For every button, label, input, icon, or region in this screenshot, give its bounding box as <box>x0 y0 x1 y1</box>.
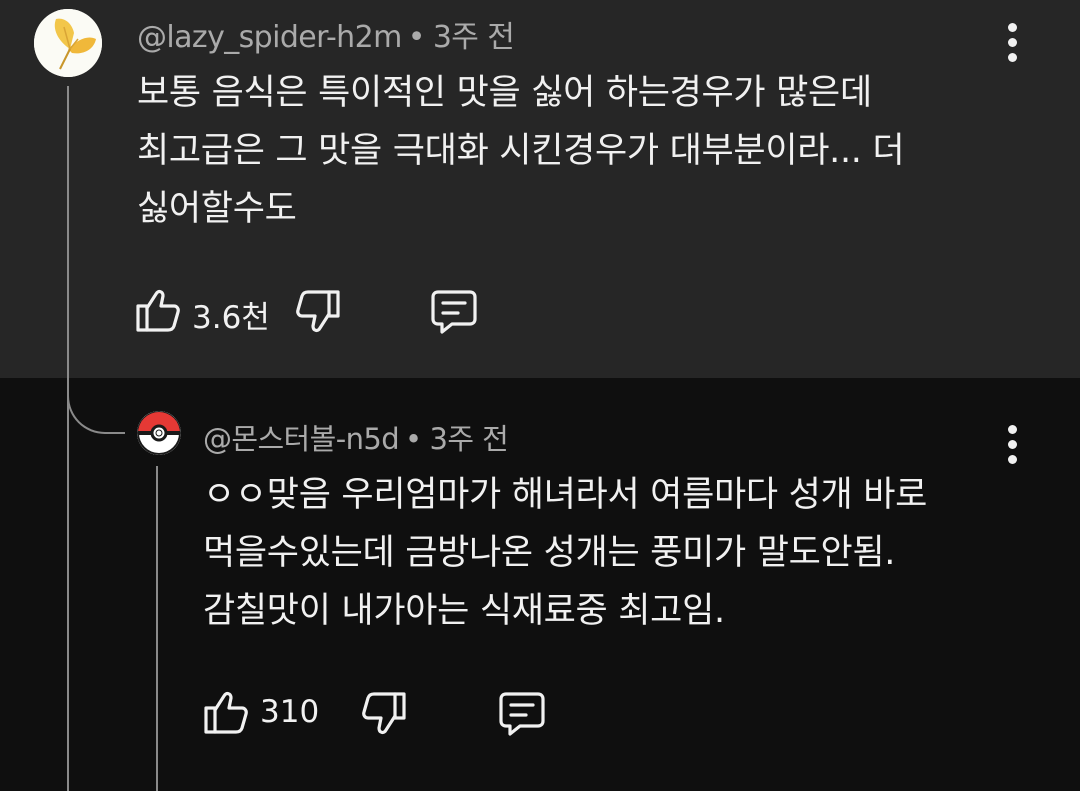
comment-thread: @lazy_spider-h2m • 3주 전 보통 음식은 특이적인 맛을 싫어 … <box>0 0 1080 791</box>
comment-author[interactable]: @몬스터볼-n5d <box>203 422 400 456</box>
comment-text: 보통 음식은 특이적인 맛을 싫어 하는경우가 많은데 최고급은 그 맛을 극대… <box>137 64 905 238</box>
meta-separator: • <box>405 422 422 456</box>
comment-line: ㅇㅇ맞음 우리엄마가 해녀라서 여름마다 성개 바로 <box>203 475 928 515</box>
comment-meta: @lazy_spider-h2m • 3주 전 <box>137 12 515 56</box>
like-count: 3.6천 <box>192 300 270 336</box>
comment-reply-icon[interactable] <box>430 286 478 336</box>
comment-line: 최고급은 그 맛을 극대화 시킨경우가 대부분이라... 더 <box>137 131 905 171</box>
thumbs-down-icon[interactable] <box>360 688 408 738</box>
more-vertical-icon[interactable] <box>998 420 1028 468</box>
comment-line: 보통 음식은 특이적인 맛을 싫어 하는경우가 많은데 <box>137 73 872 113</box>
comment-meta: @몬스터볼-n5d • 3주 전 <box>203 416 509 458</box>
thumbs-up-icon[interactable] <box>134 286 182 336</box>
comment-time[interactable]: 3주 전 <box>433 20 515 55</box>
comment-author[interactable]: @lazy_spider-h2m <box>137 20 402 55</box>
comment-reply-icon[interactable] <box>498 688 546 738</box>
comment-line: 감칠맛이 내가아는 식재료중 최고임. <box>203 591 725 631</box>
thread-line <box>156 466 158 791</box>
ginkgo-leaf-avatar[interactable] <box>34 9 102 77</box>
more-vertical-icon[interactable] <box>998 18 1028 66</box>
thread-line <box>67 86 69 791</box>
thumbs-up-icon[interactable] <box>202 688 250 738</box>
like-count: 310 <box>260 694 320 730</box>
comment-text: ㅇㅇ맞음 우리엄마가 해녀라서 여름마다 성개 바로 먹을수있는데 금방나온 성… <box>203 466 927 640</box>
pokeball-avatar[interactable] <box>137 411 181 455</box>
comment-line: 싫어할수도 <box>137 189 297 229</box>
meta-separator: • <box>407 20 426 55</box>
comment-card: @lazy_spider-h2m • 3주 전 보통 음식은 특이적인 맛을 싫어 … <box>0 0 1080 378</box>
comment-line: 먹을수있는데 금방나온 성개는 풍미가 말도안됨. <box>203 533 896 573</box>
comment-time[interactable]: 3주 전 <box>430 422 509 456</box>
thumbs-down-icon[interactable] <box>294 286 342 336</box>
